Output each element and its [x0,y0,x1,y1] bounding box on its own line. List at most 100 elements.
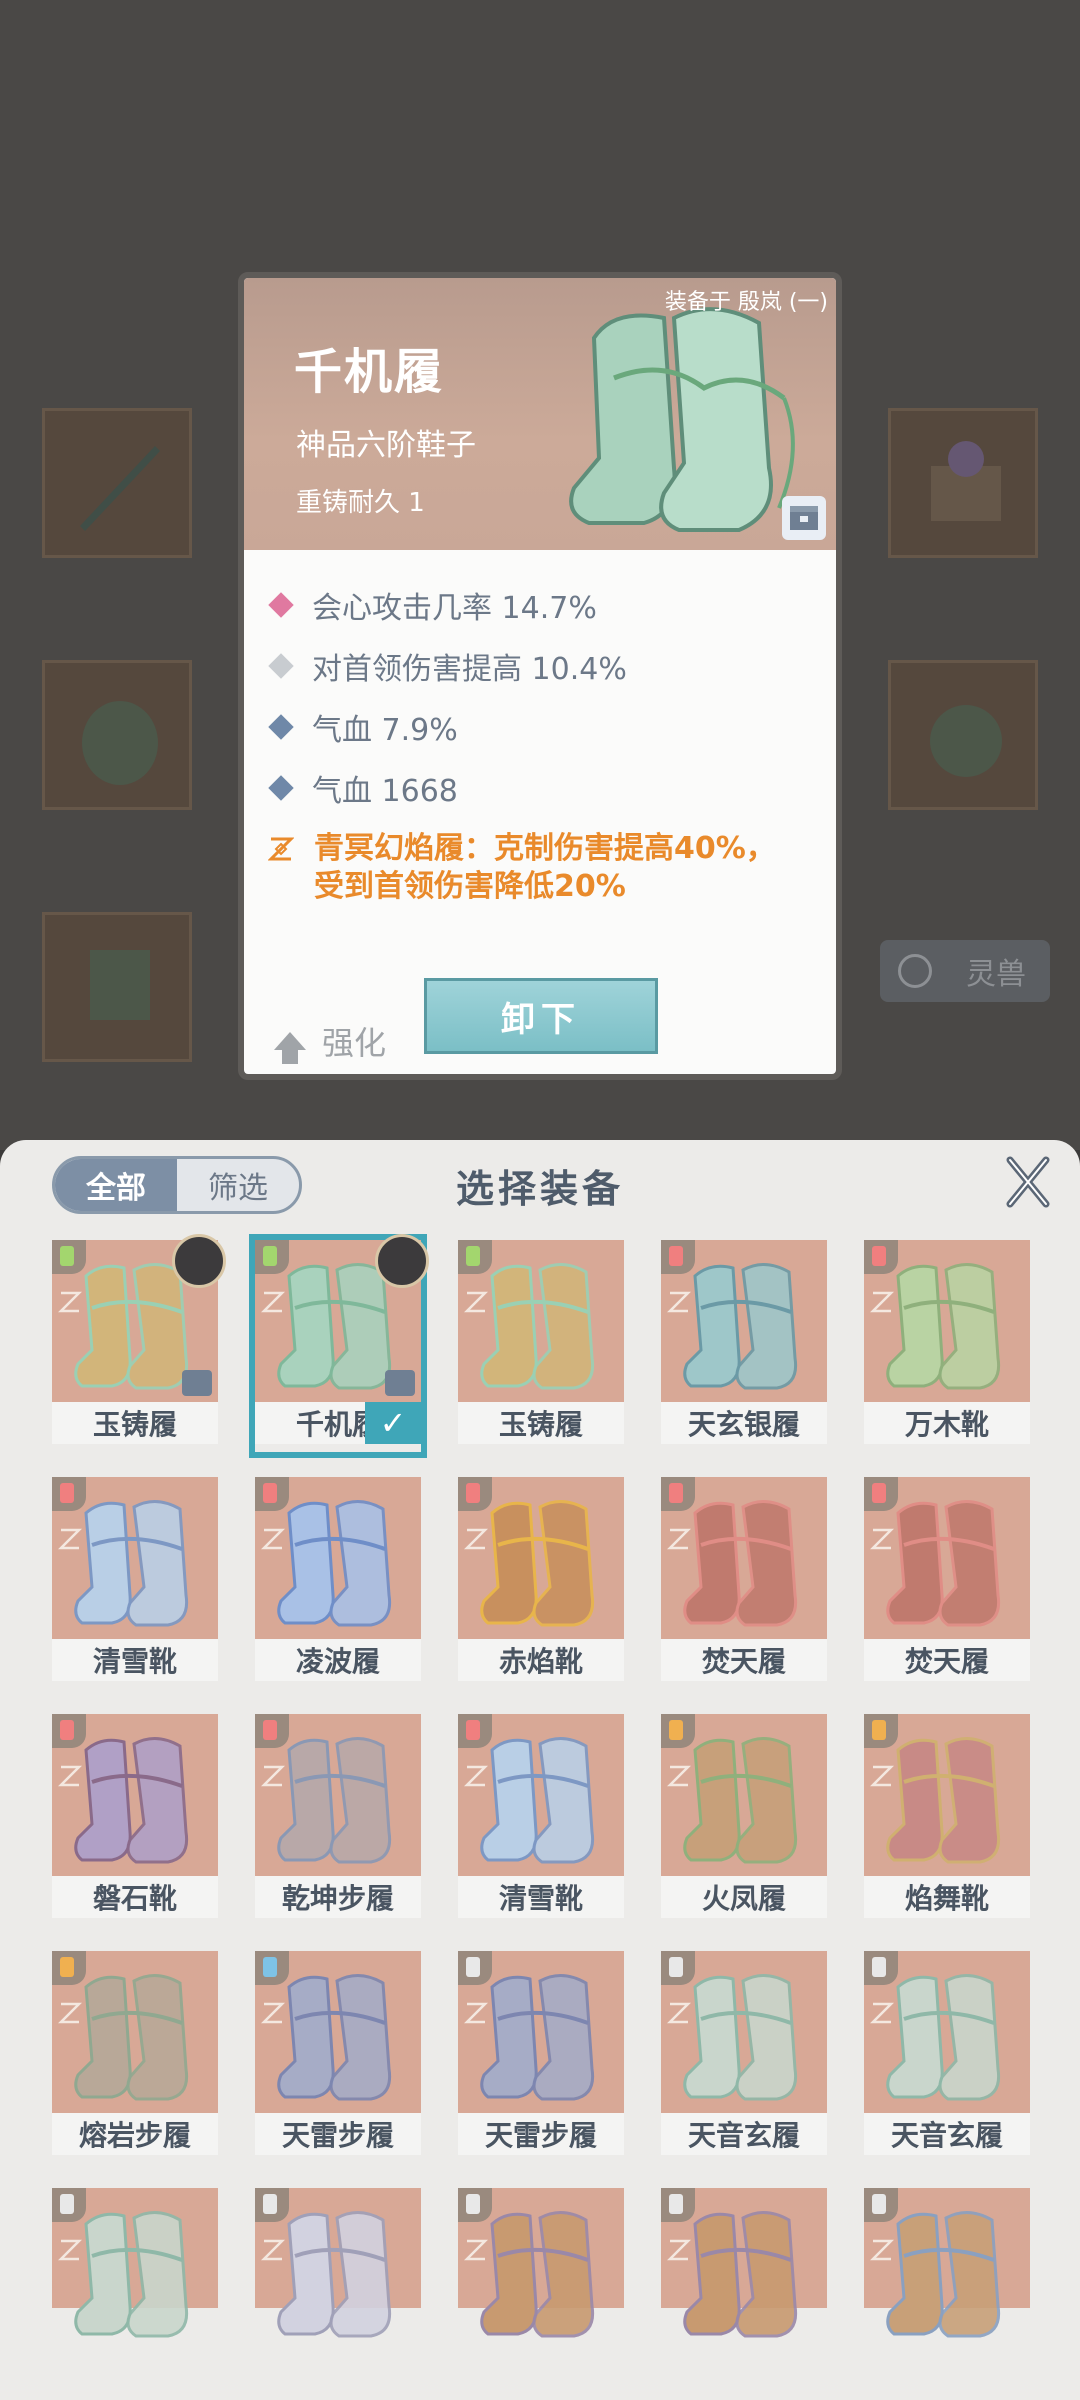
boot-tier-icon [60,1246,74,1266]
set-icon [58,1291,82,1313]
reforge-durability: 重铸耐久 1 [296,488,425,518]
item-label: 天音玄履 [864,2113,1030,2155]
item-label: 磐石靴 [52,1876,218,1918]
equipment-item[interactable]: 清雪靴 [52,1477,218,1689]
boot-tier-icon [466,1246,480,1266]
boot-tier-icon [60,1957,74,1977]
blue-diamond-icon [268,774,294,801]
item-label: 清雪靴 [458,1876,624,1918]
equipment-item[interactable]: 玉铸履 [52,1234,226,1452]
set-icon [58,2239,82,2261]
tier-tag [458,1240,492,1274]
set-icon [870,2002,894,2024]
equipped-on-label: 装备于 殷岚 (一) [664,290,828,315]
set-icon [667,2239,691,2261]
equipment-item[interactable]: 清雪靴 [458,1714,624,1926]
storage-icon [182,1370,212,1396]
item-artwork [255,2188,421,2338]
equipment-item[interactable]: 磐石靴 [52,1714,218,1926]
detail-header: 装备于 殷岚 (一) 千机履 神品六阶鞋子 重铸耐久 1 [244,278,836,550]
equipment-item[interactable]: 天音玄履 [661,1951,827,2163]
equipment-item[interactable]: 千机履 ✓ [249,1234,429,1458]
tier-tag [864,1714,898,1748]
select-equipment-panel: 全部 筛选 选择装备 玉铸履 千机履 ✓ 玉铸履 天玄银履 万木靴 清雪靴 凌波… [0,1140,1080,2400]
item-artwork [661,2188,827,2338]
pet-icon [898,954,932,988]
unequip-button[interactable]: 卸下 [424,978,658,1054]
pet-button: 灵兽 [880,940,1050,1002]
tier-tag [864,2188,898,2222]
boot-tier-icon [872,1720,886,1740]
equipment-item[interactable]: 乾坤步履 [255,1714,421,1926]
boot-tier-icon [263,1957,277,1977]
bg-equip-slot-ring [888,660,1038,810]
item-name: 千机履 [294,344,445,400]
boot-tier-icon [466,1957,480,1977]
set-bonus-icon [268,837,294,861]
set-bonus: 青冥幻焰履：克制伤害提高40%， 受到首领伤害降低20% [268,830,836,906]
equipment-item[interactable]: 熔岩步履 [52,1951,218,2163]
upgrade-button[interactable]: 强化 [274,1018,386,1064]
tier-tag [458,2188,492,2222]
equipment-item[interactable] [661,2188,827,2400]
set-icon [870,1765,894,1787]
close-icon[interactable] [1004,1154,1052,1210]
boots-icon [480,1974,595,2101]
equipment-item[interactable]: 玉铸履 [458,1240,624,1452]
boots-icon [480,2211,595,2338]
arrow-up-icon [274,1032,306,1064]
equipment-item[interactable]: 焚天履 [864,1477,1030,1689]
equipment-item[interactable]: 天音玄履 [864,1951,1030,2163]
equipment-item[interactable] [52,2188,218,2400]
equipment-item[interactable]: 焚天履 [661,1477,827,1689]
boots-icon [277,2211,392,2338]
storage-icon [385,1370,415,1396]
equipment-item[interactable]: 凌波履 [255,1477,421,1689]
storage-icon[interactable] [782,496,826,540]
boot-tier-icon [872,1957,886,1977]
item-label: 天雷步履 [458,2113,624,2155]
set-icon [261,1528,285,1550]
boots-icon [480,1263,595,1390]
item-artwork [458,1240,624,1402]
boots-icon [74,1974,189,2101]
bg-equip-slot-accessory [888,408,1038,558]
equipment-item[interactable]: 火凤履 [661,1714,827,1926]
set-icon [667,2002,691,2024]
equipment-item[interactable]: 万木靴 [864,1240,1030,1452]
boots-icon [277,1974,392,2101]
tier-tag [255,1951,289,1985]
tier-tag [661,1951,695,1985]
boots-icon [683,1974,798,2101]
equipment-item[interactable]: 天雷步履 [255,1951,421,2163]
set-icon [667,1291,691,1313]
boot-tier-icon [263,1720,277,1740]
bg-equip-slot-boots [42,912,192,1062]
equipment-item[interactable] [255,2188,421,2400]
boots-icon [886,2211,1001,2338]
equipment-item[interactable] [458,2188,624,2400]
stat-text: 对首领伤害提高 10.4% [312,651,627,687]
item-label: 天玄银履 [661,1402,827,1444]
bg-equip-slot-weapon [42,408,192,558]
item-artwork [864,1477,1030,1639]
stat-text: 会心攻击几率 14.7% [312,590,597,626]
set-icon [464,2239,488,2261]
boots-icon [480,1737,595,1864]
boots-icon [74,1500,189,1627]
boot-tier-icon [263,2194,277,2214]
boots-icon [886,1737,1001,1864]
set-bonus-line: 受到首领伤害降低20% [314,869,626,904]
item-label: 熔岩步履 [52,2113,218,2155]
boot-tier-icon [872,2194,886,2214]
equipment-item[interactable]: 天玄银履 [661,1240,827,1452]
equipment-item[interactable]: 焰舞靴 [864,1714,1030,1926]
tier-tag [458,1477,492,1511]
item-artwork [52,2188,218,2338]
item-label: 天雷步履 [255,2113,421,2155]
tier-tag [458,1714,492,1748]
equipment-item[interactable]: 天雷步履 [458,1951,624,2163]
boots-icon [74,2211,189,2338]
equipment-item[interactable] [864,2188,1030,2400]
equipment-item[interactable]: 赤焰靴 [458,1477,624,1689]
